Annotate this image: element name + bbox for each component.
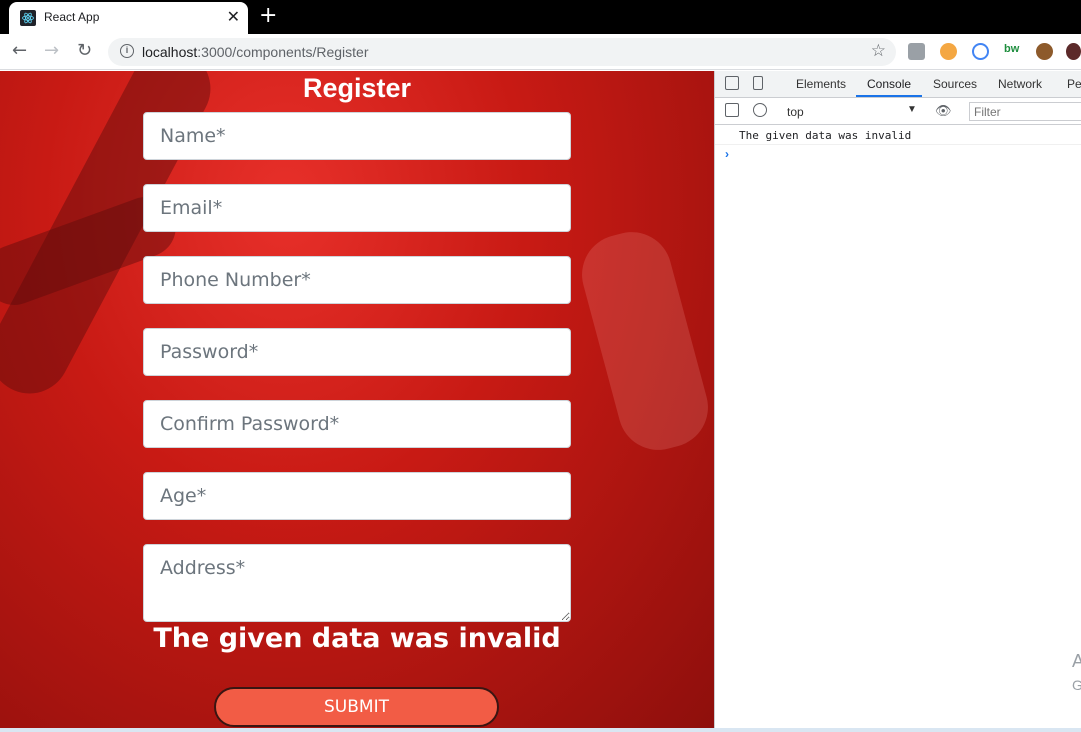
tab-elements[interactable]: Elements	[796, 77, 846, 91]
url-text: localhost:3000/components/Register	[142, 44, 369, 60]
info-icon[interactable]: i	[120, 44, 134, 58]
context-dropdown-icon[interactable]: ▼	[907, 104, 917, 115]
taskbar-edge	[0, 728, 1081, 732]
extension-cookie-icon[interactable]	[1036, 43, 1053, 60]
devtools-panel: Elements Console Sources Network Per top…	[714, 71, 1081, 732]
error-message: The given data was invalid	[153, 623, 561, 654]
extension-bw-icon[interactable]: bw	[1004, 43, 1021, 60]
back-icon[interactable]: ←	[12, 40, 27, 61]
reload-icon[interactable]: ↻	[77, 40, 92, 61]
age-input[interactable]	[143, 472, 571, 520]
tab-console[interactable]: Console	[867, 77, 911, 91]
console-toolbar: top ▼ 👁	[715, 98, 1081, 125]
browser-tab[interactable]: React App ✕	[9, 2, 248, 34]
name-input[interactable]	[143, 112, 571, 160]
forward-icon[interactable]: →	[44, 40, 59, 61]
extension-person-icon[interactable]	[940, 43, 957, 60]
active-tab-indicator	[856, 95, 922, 97]
browser-toolbar: ← → ↻ i localhost:3000/components/Regist…	[0, 34, 1081, 70]
confirm-password-input[interactable]	[143, 400, 571, 448]
console-filter-input[interactable]	[969, 102, 1081, 121]
extension-k-icon[interactable]	[1066, 43, 1081, 60]
page-title: Register	[302, 73, 412, 103]
email-input[interactable]	[143, 184, 571, 232]
console-prompt[interactable]: ›	[725, 147, 729, 161]
sidebar-toggle-icon[interactable]	[725, 103, 739, 117]
address-input[interactable]	[143, 544, 571, 622]
device-toggle-icon[interactable]	[753, 76, 763, 90]
bookmark-star-icon[interactable]: ☆	[871, 41, 886, 61]
eye-icon[interactable]: 👁	[935, 103, 952, 119]
password-input[interactable]	[143, 328, 571, 376]
tab-performance[interactable]: Per	[1067, 77, 1081, 91]
tab-network[interactable]: Network	[998, 77, 1042, 91]
new-tab-icon[interactable]: +	[259, 3, 277, 28]
address-bar[interactable]: i localhost:3000/components/Register ☆	[108, 38, 896, 66]
console-message: The given data was invalid	[739, 129, 912, 142]
inspect-icon[interactable]	[725, 76, 739, 90]
devtools-tabs: Elements Console Sources Network Per	[715, 71, 1081, 98]
react-icon	[20, 10, 36, 26]
context-selector[interactable]: top	[787, 105, 804, 119]
background-gift	[573, 223, 714, 459]
tab-title: React App	[44, 10, 100, 24]
tab-strip: React App ✕ +	[0, 0, 1081, 34]
submit-button[interactable]: SUBMIT	[214, 687, 499, 727]
activation-watermark-sub: G	[1072, 677, 1081, 693]
extension-profile-icon[interactable]	[908, 43, 925, 60]
tab-sources[interactable]: Sources	[933, 77, 977, 91]
clear-console-icon[interactable]	[753, 103, 767, 117]
activation-watermark: A	[1072, 651, 1081, 671]
extension-check-icon[interactable]	[972, 43, 989, 60]
phone-input[interactable]	[143, 256, 571, 304]
console-divider	[715, 144, 1081, 145]
tab-close-icon[interactable]: ✕	[227, 7, 240, 26]
register-page: Register The given data was invalid SUBM…	[0, 71, 714, 732]
